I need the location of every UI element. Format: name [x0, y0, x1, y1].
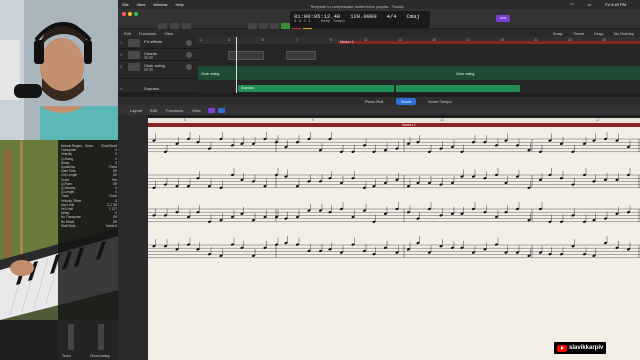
track-headers: 1 FX effects 2 Chords 3 Choir swing 4 So…: [118, 37, 198, 93]
chord-region[interactable]: [228, 51, 264, 60]
chord-region[interactable]: [286, 51, 316, 60]
score-menu-functions[interactable]: Functions: [166, 108, 183, 113]
ruler-bar-number: 5: [262, 38, 264, 42]
lcd-display[interactable]: 01:00:05:12.40 120.0000 4/4 Cmaj 3 4 1 1…: [290, 11, 430, 28]
drag-dropdown[interactable]: No Overlap: [614, 31, 634, 36]
soprano-region[interactable]: [396, 85, 520, 92]
snap-dropdown[interactable]: Smart: [573, 31, 584, 36]
tracks-menu-functions[interactable]: Functions: [139, 31, 156, 36]
menu-view[interactable]: View: [137, 2, 146, 7]
instrument-icon: [128, 63, 140, 71]
track-name[interactable]: Soprano: [144, 86, 159, 91]
zoom-window-icon[interactable]: [134, 12, 138, 16]
wifi-icon[interactable]: ◠: [570, 2, 574, 7]
track-number: 4: [120, 86, 123, 91]
ruler-bar-number: 7: [296, 38, 298, 42]
catch-button[interactable]: [218, 108, 225, 113]
track-header[interactable]: 3 Choir swing: [118, 61, 198, 79]
tracks-timeline[interactable]: 1 3 5 7 9 11 13 15 17 19 21 23 25 Marker…: [198, 37, 640, 93]
channel-strip-faders: Tenor Chord swing: [58, 320, 118, 360]
tab-smart-tempo[interactable]: Smart Tempo: [423, 98, 457, 105]
project-title: Template to compensate stutter/slow (sop…: [310, 4, 404, 9]
solo-button[interactable]: [149, 68, 153, 71]
instrument-icon: [128, 39, 140, 47]
battery-icon[interactable]: ▭: [588, 2, 592, 7]
solo-button[interactable]: [149, 56, 153, 59]
inspector-row[interactable]: Staff Style Treble 8: [61, 224, 117, 228]
track-header[interactable]: 4 Soprano: [118, 85, 198, 93]
tab-score[interactable]: Score: [396, 98, 417, 105]
mute-button[interactable]: [144, 68, 148, 71]
menubar-clock: Fri 9:43 PM: [605, 2, 626, 7]
lcd-time: 01:00:05:12.40: [294, 13, 341, 20]
score-toolbar: Layout Edit Functions View: [118, 105, 640, 115]
region-label: Choir swing: [456, 72, 475, 76]
track-number: 2: [120, 52, 123, 57]
soprano-region[interactable]: [238, 85, 394, 92]
inspector-value[interactable]: Treble 8: [105, 224, 117, 228]
marker-label: Marker 1: [340, 40, 354, 44]
menu-window[interactable]: Window: [153, 2, 167, 7]
track-number: 1: [120, 40, 123, 45]
logic-pro-window: Logic Pro File Edit Track Navigate Recor…: [0, 0, 640, 360]
score-marker-label: Marker 1: [402, 122, 416, 127]
staff-system: [148, 132, 640, 259]
marker-region[interactable]: Marker 1: [338, 40, 640, 44]
mute-button[interactable]: [144, 56, 148, 59]
lcd-tempo-mode: Keep Tempo: [320, 20, 345, 24]
snap-label: Snap:: [552, 30, 564, 36]
volume-fader[interactable]: [68, 324, 74, 350]
count-in-button[interactable]: 1234: [496, 15, 510, 22]
inspector-key: Staff Style: [61, 223, 76, 228]
score-menu-layout[interactable]: Layout: [130, 108, 142, 113]
score-ruler-bar: 17: [596, 118, 600, 122]
youtube-logo-icon: [557, 344, 567, 352]
tracks-menu-edit[interactable]: Edit: [124, 31, 131, 36]
region-label: Choir swing: [201, 72, 220, 76]
score-canvas[interactable]: [148, 127, 640, 360]
score-ruler-bar: 5: [184, 118, 186, 122]
pan-knob[interactable]: [186, 52, 192, 58]
editor-tabs: Piano Roll Score Smart Tempo: [118, 97, 640, 105]
track-header[interactable]: 2 Chords: [118, 49, 198, 61]
ruler-bar-number: 9: [330, 38, 332, 42]
instrument-icon: [128, 51, 140, 59]
tab-piano-roll[interactable]: Piano Roll: [360, 98, 388, 105]
youtube-handle: slavikkarpiv: [569, 345, 604, 351]
pan-knob[interactable]: [186, 64, 192, 70]
track-number: 3: [120, 64, 123, 69]
volume-fader[interactable]: [98, 324, 104, 350]
track-name[interactable]: FX effects: [144, 39, 162, 44]
lcd-bar-position: 3 4 1 1: [294, 20, 311, 24]
ruler-bar-number: 1: [200, 38, 202, 42]
score-ruler-bar: 13: [440, 118, 444, 122]
lcd-tempo: 120.0000: [350, 13, 377, 20]
menu-mix[interactable]: Mix: [122, 2, 128, 7]
score-inspector-strip: [118, 115, 148, 360]
region-label: Soprano: [241, 86, 255, 90]
lcd-signature: 4/4: [386, 13, 397, 20]
youtube-watermark: slavikkarpiv: [554, 342, 607, 354]
close-window-icon[interactable]: [122, 12, 126, 16]
score-ruler-bar: 9: [312, 118, 314, 122]
webcam-overlay: [0, 0, 118, 140]
drag-label: Drag:: [593, 30, 604, 36]
channel-name: Tenor: [62, 354, 71, 358]
minimize-window-icon[interactable]: [128, 12, 132, 16]
score-ruler[interactable]: 5 9 13 17 Marker 1: [148, 118, 640, 127]
tracks-menu-bar: Edit Functions View Snap: Smart Drag: No…: [118, 29, 640, 37]
lcd-key: Cmaj: [406, 13, 420, 20]
choir-region[interactable]: [198, 66, 640, 80]
menu-help[interactable]: Help: [175, 2, 183, 7]
midi-in-button[interactable]: [208, 108, 215, 113]
ruler-bar-number: 3: [228, 38, 230, 42]
score-menu-edit[interactable]: Edit: [150, 108, 157, 113]
score-menu-view[interactable]: View: [192, 108, 201, 113]
playhead[interactable]: [236, 37, 237, 93]
track-header[interactable]: 1 FX effects: [118, 37, 198, 49]
tracks-menu-view[interactable]: View: [164, 31, 173, 36]
presenter-video: [0, 0, 118, 140]
pan-knob[interactable]: [186, 40, 192, 46]
channel-name: Chord swing: [90, 354, 110, 358]
